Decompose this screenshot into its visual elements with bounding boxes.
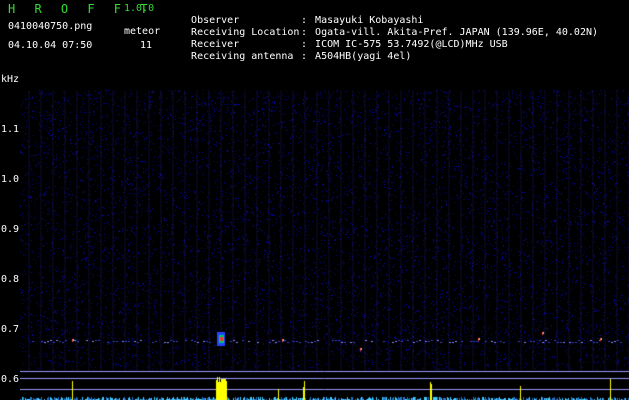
info-antenna-value: A504HB(yagi 4el) (315, 51, 412, 62)
y-tick-1-0: 1.0 (1, 174, 20, 185)
spectrogram (20, 80, 629, 400)
file-name: 0410040750.png (8, 21, 93, 32)
date-time: 04.10.04 07:50 (8, 40, 93, 51)
y-tick-0-7: 0.7 (1, 324, 20, 335)
axis-unit-label: kHz (1, 74, 20, 85)
y-tick-0-8: 0.8 (1, 274, 20, 285)
info-antenna: Receiving antenna: A504HB(yagi 4el) (191, 51, 412, 62)
app-version: 1.0.0 (124, 3, 155, 14)
y-tick-0-9: 0.9 (1, 224, 20, 235)
meteor-count: 11 (140, 40, 153, 51)
y-tick-1-1: 1.1 (1, 124, 20, 135)
y-tick-0-6: 0.6 (1, 374, 20, 385)
meteor-label: meteor (124, 26, 161, 37)
info-antenna-key: Receiving antenna (191, 51, 294, 62)
